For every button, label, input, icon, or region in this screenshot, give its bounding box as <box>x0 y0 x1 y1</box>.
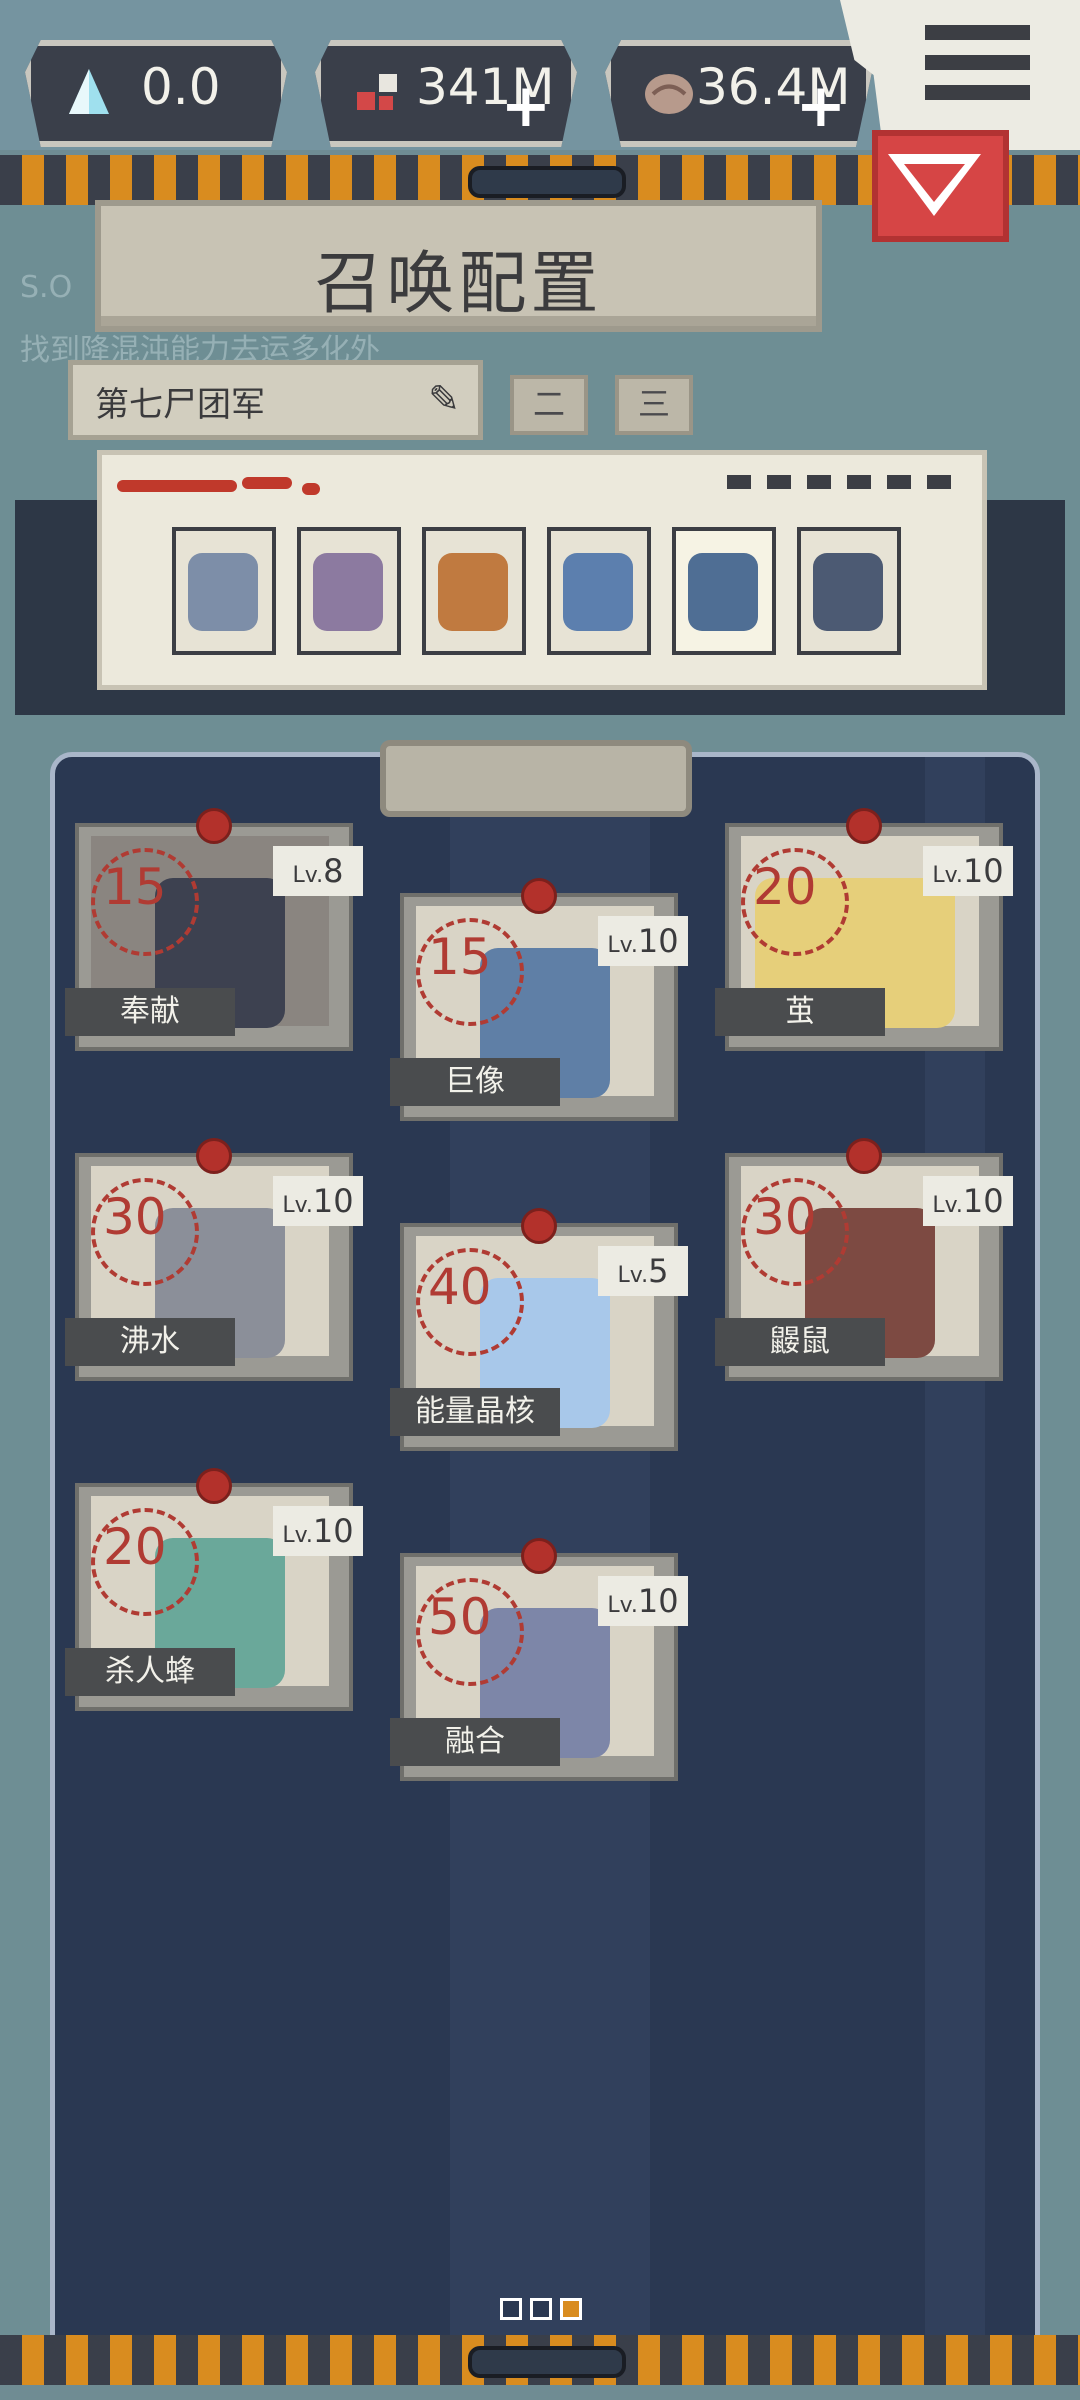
card-level: Lv.10 <box>598 916 688 966</box>
summon-slot[interactable] <box>797 527 901 655</box>
page-2-button[interactable]: 二 <box>510 375 588 435</box>
bg-hint: S.O <box>20 270 73 305</box>
page-title: 召唤配置 <box>314 245 603 324</box>
card-level: Lv.10 <box>923 846 1013 896</box>
summon-card[interactable]: 20 Lv.10 杀人蜂 <box>65 1468 363 1711</box>
card-cost: 30 <box>103 1188 167 1246</box>
blood-resource[interactable]: 341M + <box>315 40 577 147</box>
card-name: 能量晶核 <box>390 1388 560 1436</box>
summon-slot[interactable] <box>172 527 276 655</box>
creature-icon <box>563 553 633 631</box>
crystal-icon <box>69 69 109 114</box>
edit-icon[interactable]: ✎ <box>428 377 460 421</box>
card-cost: 50 <box>428 1588 492 1646</box>
card-name: 巨像 <box>390 1058 560 1106</box>
summon-card[interactable]: 30 Lv.10 鼹鼠 <box>715 1138 1013 1381</box>
card-cost: 15 <box>103 858 167 916</box>
card-name: 杀人蜂 <box>65 1648 235 1696</box>
bottom-handle <box>468 2346 626 2378</box>
card-level: Lv.10 <box>598 1576 688 1626</box>
creature-icon <box>813 553 883 631</box>
add-blood-icon[interactable]: + <box>501 71 551 141</box>
panel-tab <box>380 740 692 817</box>
crystal-resource: 0.0 <box>25 40 287 147</box>
add-brain-icon[interactable]: + <box>796 71 846 141</box>
collapse-button[interactable] <box>872 130 1009 242</box>
page-dot-active[interactable] <box>560 2298 582 2320</box>
card-level: Lv.10 <box>273 1176 363 1226</box>
creature-icon <box>188 553 258 631</box>
summon-card[interactable]: 30 Lv.10 沸水 <box>65 1138 363 1381</box>
menu-icon[interactable] <box>925 25 1030 40</box>
card-cost: 20 <box>103 1518 167 1576</box>
summon-slot[interactable] <box>672 527 776 655</box>
creature-icon <box>688 553 758 631</box>
summon-card[interactable]: 15 Lv.10 巨像 <box>390 878 688 1121</box>
card-level: Lv.10 <box>923 1176 1013 1226</box>
card-cost: 30 <box>753 1188 817 1246</box>
card-name: 茧 <box>715 988 885 1036</box>
title-banner: 召唤配置 <box>95 200 822 332</box>
summon-card[interactable]: 50 Lv.10 融合 <box>390 1538 688 1781</box>
summon-slot[interactable] <box>422 527 526 655</box>
brain-icon <box>645 74 693 114</box>
troop-name: 第七尸团军 <box>95 385 265 425</box>
crystal-value: 0.0 <box>141 58 221 116</box>
card-cost: 40 <box>428 1258 492 1316</box>
page-3-button[interactable]: 三 <box>615 375 693 435</box>
card-cost: 15 <box>428 928 492 986</box>
summon-card[interactable]: 20 Lv.10 茧 <box>715 808 1013 1051</box>
card-name: 沸水 <box>65 1318 235 1366</box>
summon-slots-panel <box>97 450 987 690</box>
top-handle <box>468 166 626 198</box>
summon-card[interactable]: 15 Lv.8 奉献 <box>65 808 363 1051</box>
creature-icon <box>438 553 508 631</box>
summon-card[interactable]: 40 Lv.5 能量晶核 <box>390 1208 688 1451</box>
blood-icon <box>357 74 397 110</box>
card-level: Lv.8 <box>273 846 363 896</box>
card-level: Lv.10 <box>273 1506 363 1556</box>
card-name: 奉献 <box>65 988 235 1036</box>
troop-selector[interactable]: 第七尸团军 ✎ <box>68 360 483 440</box>
page-dot[interactable] <box>500 2298 522 2320</box>
card-name: 鼹鼠 <box>715 1318 885 1366</box>
summon-slot[interactable] <box>547 527 651 655</box>
creature-icon <box>313 553 383 631</box>
card-cost: 20 <box>753 858 817 916</box>
brain-resource[interactable]: 36.4M + <box>605 40 872 147</box>
summon-slot[interactable] <box>297 527 401 655</box>
card-name: 融合 <box>390 1718 560 1766</box>
page-dot[interactable] <box>530 2298 552 2320</box>
card-level: Lv.5 <box>598 1246 688 1296</box>
chevron-down-icon <box>888 154 981 216</box>
